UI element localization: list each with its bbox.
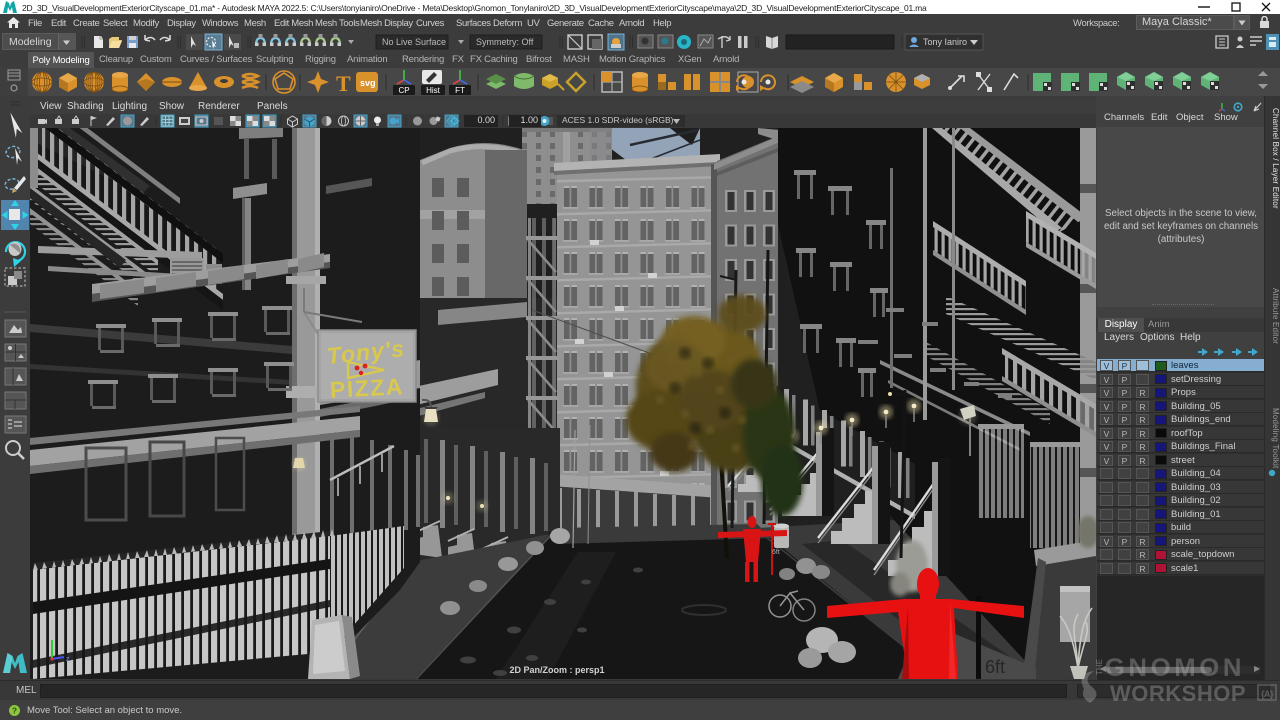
svg-text:2D Pan/Zoom : persp1: 2D Pan/Zoom : persp1: [509, 665, 604, 675]
svg-text:6ft: 6ft: [985, 657, 1005, 677]
svg-text:Symmetry: Off: Symmetry: Off: [476, 37, 534, 47]
svg-text:FT: FT: [455, 86, 465, 95]
svg-text:Tony Ianiro: Tony Ianiro: [923, 37, 967, 47]
svg-text:svg: svg: [360, 78, 376, 88]
svg-text:CP: CP: [398, 86, 409, 95]
svg-text:No Live Surface: No Live Surface: [382, 37, 446, 47]
svg-text:6ft: 6ft: [772, 549, 780, 556]
svg-text:T: T: [336, 71, 351, 96]
svg-text:z: z: [66, 656, 70, 663]
svg-text:PIZZA: PIZZA: [329, 373, 404, 403]
svg-text:Hist: Hist: [426, 86, 441, 95]
svg-text:?: ?: [12, 706, 17, 716]
